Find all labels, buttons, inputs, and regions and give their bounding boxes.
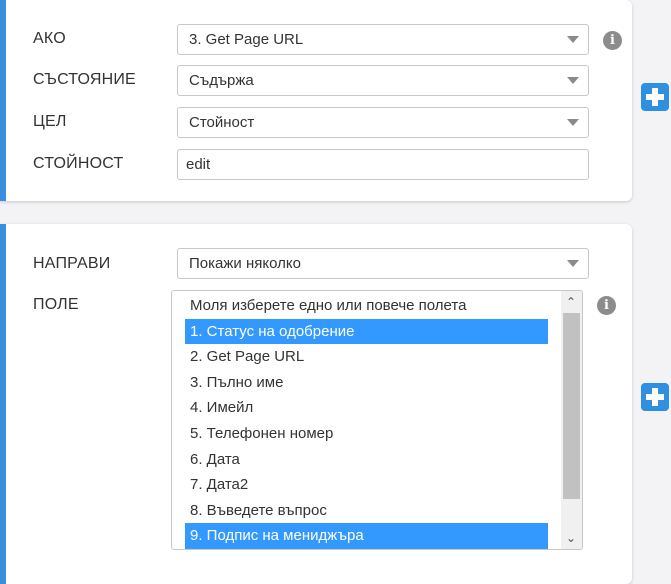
field-option[interactable]: 1. Статус на одобрение bbox=[185, 318, 548, 345]
do-select[interactable]: Покажи няколко bbox=[177, 248, 589, 279]
scrollbar-thumb[interactable] bbox=[563, 313, 580, 499]
value-input[interactable]: edit bbox=[177, 149, 589, 180]
field-option[interactable]: 6. Дата bbox=[185, 447, 548, 473]
chevron-down-icon bbox=[567, 119, 579, 126]
do-select-value: Покажи няколко bbox=[189, 255, 301, 272]
chevron-down-icon bbox=[567, 36, 579, 43]
chevron-up-icon[interactable]: ⌃ bbox=[565, 295, 577, 309]
field-label: ПОЛЕ bbox=[33, 296, 79, 313]
state-label: СЪСТОЯНИЕ bbox=[33, 71, 136, 88]
target-label: ЦЕЛ bbox=[33, 113, 67, 130]
field-option[interactable]: 3. Пълно име bbox=[185, 370, 548, 396]
target-select[interactable]: Стойност bbox=[177, 107, 589, 138]
field-listbox[interactable]: Моля изберете едно или повече полета 1. … bbox=[171, 290, 583, 550]
value-label: СТОЙНОСТ bbox=[33, 155, 124, 172]
target-select-value: Стойност bbox=[189, 114, 255, 131]
chevron-down-icon bbox=[567, 77, 579, 84]
field-option[interactable]: 7. Дата2 bbox=[185, 472, 548, 498]
state-select[interactable]: Съдържа bbox=[177, 65, 589, 96]
condition-card: АКО 3. Get Page URL i СЪСТОЯНИЕ Съдържа … bbox=[0, 0, 632, 201]
do-label: НАПРАВИ bbox=[33, 255, 111, 272]
add-action-button[interactable] bbox=[641, 383, 669, 411]
add-condition-button[interactable] bbox=[641, 83, 669, 111]
field-options-list: Моля изберете едно или повече полета 1. … bbox=[185, 293, 548, 549]
info-icon[interactable]: i bbox=[603, 31, 622, 50]
chevron-down-icon[interactable]: ⌄ bbox=[565, 531, 577, 545]
if-select[interactable]: 3. Get Page URL bbox=[177, 24, 589, 55]
if-select-value: 3. Get Page URL bbox=[189, 31, 304, 48]
field-option[interactable]: 8. Въведете въпрос bbox=[185, 498, 548, 524]
field-option[interactable]: 4. Имейл bbox=[185, 395, 548, 421]
field-option-placeholder[interactable]: Моля изберете едно или повече полета bbox=[185, 293, 548, 319]
field-option[interactable]: 2. Get Page URL bbox=[185, 344, 548, 370]
chevron-down-icon bbox=[567, 260, 579, 267]
listbox-scrollbar[interactable]: ⌃ ⌄ bbox=[561, 291, 582, 549]
field-option[interactable]: 5. Телефонен номер bbox=[185, 421, 548, 447]
if-label: АКО bbox=[33, 30, 66, 47]
state-select-value: Съдържа bbox=[189, 72, 254, 89]
field-option[interactable]: 9. Подпис на мениджъра bbox=[185, 523, 548, 549]
info-icon[interactable]: i bbox=[597, 296, 616, 315]
